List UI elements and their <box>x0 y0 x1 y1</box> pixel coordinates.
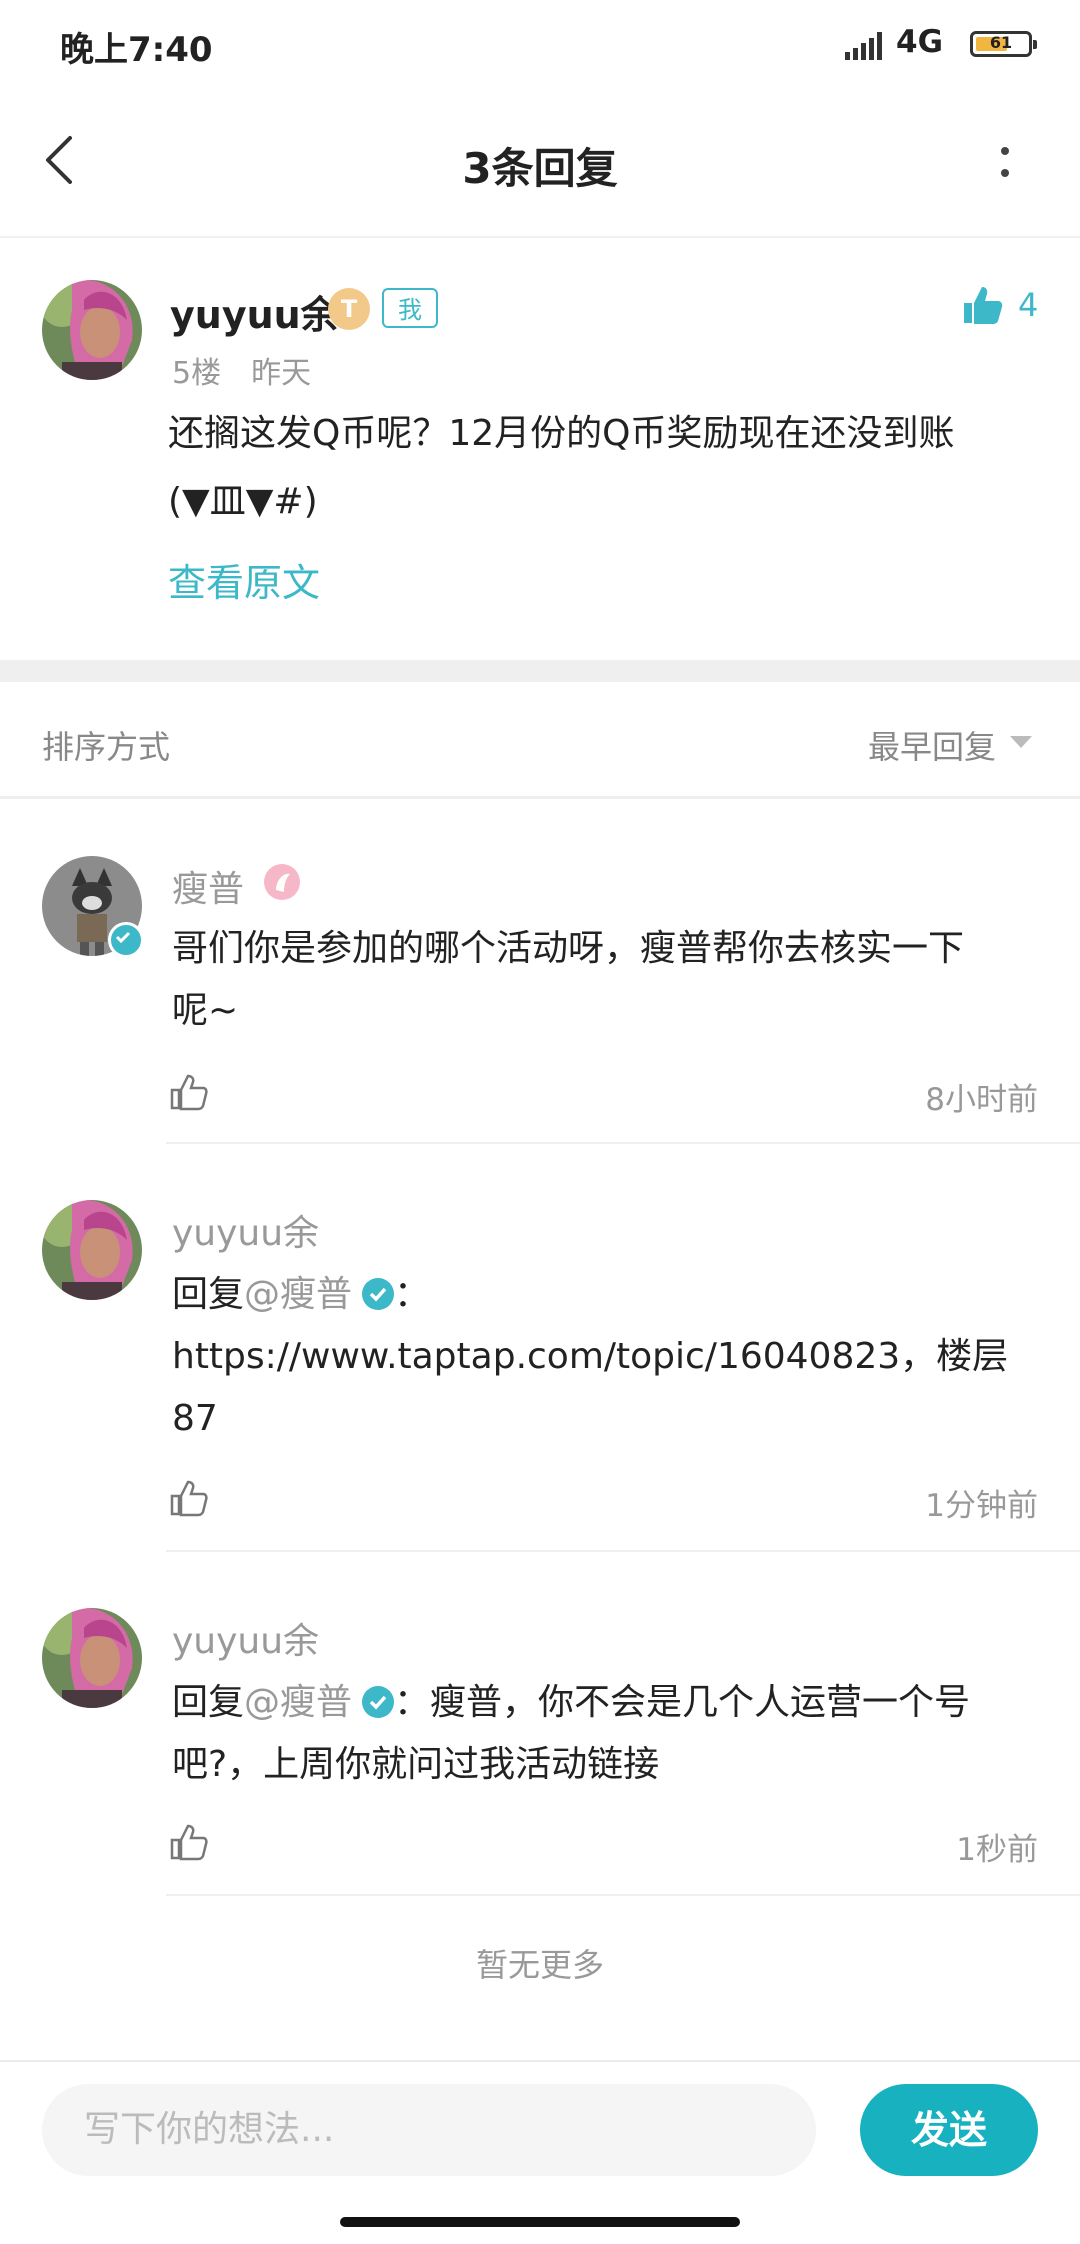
status-time: 晚上7:40 <box>60 30 213 70</box>
sort-dropdown[interactable]: 最早回复 <box>868 722 996 768</box>
mention-link[interactable]: @瘦普 <box>244 1274 352 1315</box>
reply-text-line[interactable]: https://www.taptap.com/topic/16040823，楼层 <box>172 1326 1052 1388</box>
level-badge: T <box>328 288 370 330</box>
reply-time: 1秒前 <box>956 1832 1038 1868</box>
reply-prefix: 回复 <box>172 1682 245 1723</box>
me-badge: 我 <box>382 288 438 328</box>
reply-time: 1分钟前 <box>925 1488 1038 1524</box>
divider <box>166 1894 1080 1896</box>
author-name[interactable]: yuyuu余 <box>170 284 339 339</box>
user-badge-icon <box>264 864 300 900</box>
view-original-link[interactable]: 查看原文 <box>168 552 320 607</box>
post-meta: 5楼 昨天 <box>172 348 311 392</box>
reply-text-line: 哥们你是参加的哪个活动呀，瘦普帮你去核实一下 <box>172 928 965 969</box>
more-vertical-icon[interactable] <box>992 140 1018 190</box>
post-text-line: 还搁这发Q币呢？12月份的Q币奖励现在还没到账 <box>168 413 955 454</box>
status-bar: 晚上7:40 4G 61 <box>0 0 1080 90</box>
dropdown-triangle-icon[interactable] <box>1010 736 1032 748</box>
avatar[interactable] <box>42 280 142 380</box>
divider <box>166 1550 1080 1552</box>
reply-text-line: 87 <box>172 1398 218 1439</box>
reply-author[interactable]: 瘦普 <box>172 860 244 912</box>
thumbs-up-icon[interactable] <box>960 283 1004 327</box>
section-divider <box>0 660 1080 682</box>
reply-text: 回复@瘦普 ： https://www.taptap.com/topic/1604… <box>172 1264 1052 1450</box>
post-text-line: (▼皿▼#) <box>168 481 318 522</box>
verified-check-icon <box>362 1278 395 1310</box>
comment-input[interactable]: 写下你的想法... <box>42 2084 816 2176</box>
like-count: 4 <box>1018 286 1039 324</box>
reply-time: 8小时前 <box>925 1082 1038 1118</box>
battery-icon: 61 <box>970 31 1037 57</box>
network-type: 4G <box>896 24 944 60</box>
reply-text-fragment: ： <box>394 1274 431 1315</box>
divider <box>0 796 1080 799</box>
verified-check-icon <box>108 922 144 958</box>
reply-text-line: 回复@瘦普 ： <box>172 1264 1052 1326</box>
reply-author[interactable]: yuyuu余 <box>172 1204 319 1256</box>
sort-label: 排序方式 <box>42 728 171 766</box>
page-title: 3条回复 <box>462 144 618 193</box>
reply-text-line: 回复@瘦普 ：瘦普，你不会是几个人运营一个号 <box>172 1672 1052 1734</box>
thumbs-up-icon[interactable] <box>168 1822 208 1862</box>
mention-link[interactable]: @瘦普 <box>244 1682 352 1723</box>
battery-level: 61 <box>989 33 1013 52</box>
divider <box>0 236 1080 238</box>
divider <box>0 2060 1080 2062</box>
avatar[interactable] <box>42 1608 142 1708</box>
no-more-label: 暂无更多 <box>475 1946 604 1984</box>
reply-text: 哥们你是参加的哪个活动呀，瘦普帮你去核实一下 呢~ <box>172 918 1052 1042</box>
reply-author[interactable]: yuyuu余 <box>172 1612 319 1664</box>
home-indicator[interactable] <box>340 2217 740 2227</box>
reply-text-line: 呢~ <box>172 990 239 1031</box>
reply-text-line: 吧?，上周你就问过我活动链接 <box>172 1744 660 1785</box>
post-text: 还搁这发Q币呢？12月份的Q币奖励现在还没到账 (▼皿▼#) <box>168 400 1028 536</box>
divider <box>166 1142 1080 1144</box>
reply-text: 回复@瘦普 ：瘦普，你不会是几个人运营一个号 吧?，上周你就问过我活动链接 <box>172 1672 1052 1796</box>
thumbs-up-icon[interactable] <box>168 1072 208 1112</box>
thumbs-up-icon[interactable] <box>168 1478 208 1518</box>
avatar[interactable] <box>42 1200 142 1300</box>
signal-icon <box>845 32 882 60</box>
reply-text-fragment: ：瘦普，你不会是几个人运营一个号 <box>394 1682 971 1723</box>
post-time: 昨天 <box>251 356 312 391</box>
reply-prefix: 回复 <box>172 1274 245 1315</box>
verified-check-icon <box>362 1686 395 1718</box>
send-button[interactable]: 发送 <box>860 2084 1038 2176</box>
floor-number: 5楼 <box>172 356 222 391</box>
